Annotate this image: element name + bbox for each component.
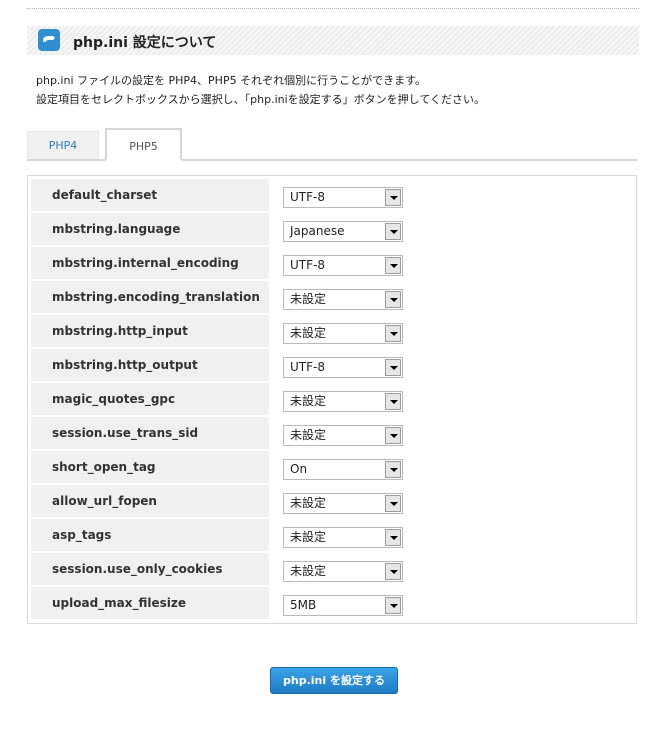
setting-select[interactable]: 未設定 (283, 425, 403, 446)
setting-value: 未設定 (290, 292, 327, 306)
setting-value: 未設定 (290, 326, 327, 340)
tab-php4[interactable]: PHP4 (27, 131, 99, 159)
setting-value: UTF-8 (290, 360, 325, 374)
dropdown-arrow-icon[interactable] (385, 359, 401, 376)
dropdown-arrow-icon[interactable] (385, 597, 401, 614)
setting-label: mbstring.internal_encoding (31, 247, 269, 279)
setting-row: allow_url_fopen 未設定 (31, 485, 635, 517)
setting-value: 未設定 (290, 530, 327, 544)
setting-row: session.use_only_cookies 未設定 (31, 553, 635, 585)
setting-select[interactable]: 5MB (283, 595, 403, 616)
setting-value: On (290, 462, 308, 476)
dropdown-arrow-icon[interactable] (385, 495, 401, 512)
top-divider (27, 8, 639, 9)
description-line-2: 設定項目をセレクトボックスから選択し、「php.iniを設定する」ボタンを押して… (36, 93, 486, 106)
setting-value: UTF-8 (290, 190, 325, 204)
setting-select[interactable]: 未設定 (283, 289, 403, 310)
dropdown-arrow-icon[interactable] (385, 563, 401, 580)
setting-select[interactable]: 未設定 (283, 493, 403, 514)
dropdown-arrow-icon[interactable] (385, 427, 401, 444)
description: php.ini ファイルの設定を PHP4、PHP5 それぞれ個別に行うことがで… (36, 71, 636, 109)
setting-row: mbstring.http_output UTF-8 (31, 349, 635, 381)
setting-value: UTF-8 (290, 258, 325, 272)
setting-row: mbstring.internal_encoding UTF-8 (31, 247, 635, 279)
dropdown-arrow-icon[interactable] (385, 529, 401, 546)
setting-select[interactable]: 未設定 (283, 561, 403, 582)
php-settings-icon (38, 29, 60, 51)
setting-label: mbstring.encoding_translation (31, 281, 269, 313)
setting-value: 5MB (290, 598, 317, 612)
setting-label: upload_max_filesize (31, 587, 269, 619)
dropdown-arrow-icon[interactable] (385, 393, 401, 410)
setting-label: short_open_tag (31, 451, 269, 483)
dropdown-arrow-icon[interactable] (385, 223, 401, 240)
setting-select[interactable]: 未設定 (283, 323, 403, 344)
settings-table: default_charset UTF-8 mbstring.language … (27, 175, 637, 624)
setting-label: magic_quotes_gpc (31, 383, 269, 415)
setting-row: short_open_tag On (31, 451, 635, 483)
description-line-1: php.ini ファイルの設定を PHP4、PHP5 それぞれ個別に行うことがで… (36, 74, 426, 87)
setting-row: upload_max_filesize 5MB (31, 587, 635, 619)
set-php-ini-button[interactable]: php.ini を設定する (270, 667, 398, 694)
tab-php5[interactable]: PHP5 (105, 128, 182, 161)
setting-row: default_charset UTF-8 (31, 179, 635, 211)
setting-row: mbstring.http_input 未設定 (31, 315, 635, 347)
setting-row: asp_tags 未設定 (31, 519, 635, 551)
setting-label: mbstring.http_output (31, 349, 269, 381)
setting-value: Japanese (290, 224, 345, 238)
setting-select[interactable]: Japanese (283, 221, 403, 242)
setting-value: 未設定 (290, 496, 327, 510)
setting-select[interactable]: UTF-8 (283, 255, 403, 276)
setting-label: asp_tags (31, 519, 269, 551)
setting-select[interactable]: UTF-8 (283, 357, 403, 378)
dropdown-arrow-icon[interactable] (385, 257, 401, 274)
setting-row: mbstring.encoding_translation 未設定 (31, 281, 635, 313)
dropdown-arrow-icon[interactable] (385, 291, 401, 308)
setting-row: session.use_trans_sid 未設定 (31, 417, 635, 449)
dropdown-arrow-icon[interactable] (385, 461, 401, 478)
setting-row: magic_quotes_gpc 未設定 (31, 383, 635, 415)
setting-label: mbstring.language (31, 213, 269, 245)
dropdown-arrow-icon[interactable] (385, 189, 401, 206)
setting-value: 未設定 (290, 564, 327, 578)
setting-value: 未設定 (290, 394, 327, 408)
setting-select[interactable]: 未設定 (283, 527, 403, 548)
setting-label: session.use_trans_sid (31, 417, 269, 449)
setting-select[interactable]: 未設定 (283, 391, 403, 412)
page-title: php.ini 設定について (73, 35, 217, 51)
php-version-tabs: PHP4 PHP5 (27, 128, 637, 161)
setting-select[interactable]: UTF-8 (283, 187, 403, 208)
setting-label: default_charset (31, 179, 269, 211)
setting-value: 未設定 (290, 428, 327, 442)
setting-label: session.use_only_cookies (31, 553, 269, 585)
setting-row: mbstring.language Japanese (31, 213, 635, 245)
dropdown-arrow-icon[interactable] (385, 325, 401, 342)
setting-label: mbstring.http_input (31, 315, 269, 347)
setting-select[interactable]: On (283, 459, 403, 480)
setting-label: allow_url_fopen (31, 485, 269, 517)
section-header: php.ini 設定について (27, 26, 639, 55)
